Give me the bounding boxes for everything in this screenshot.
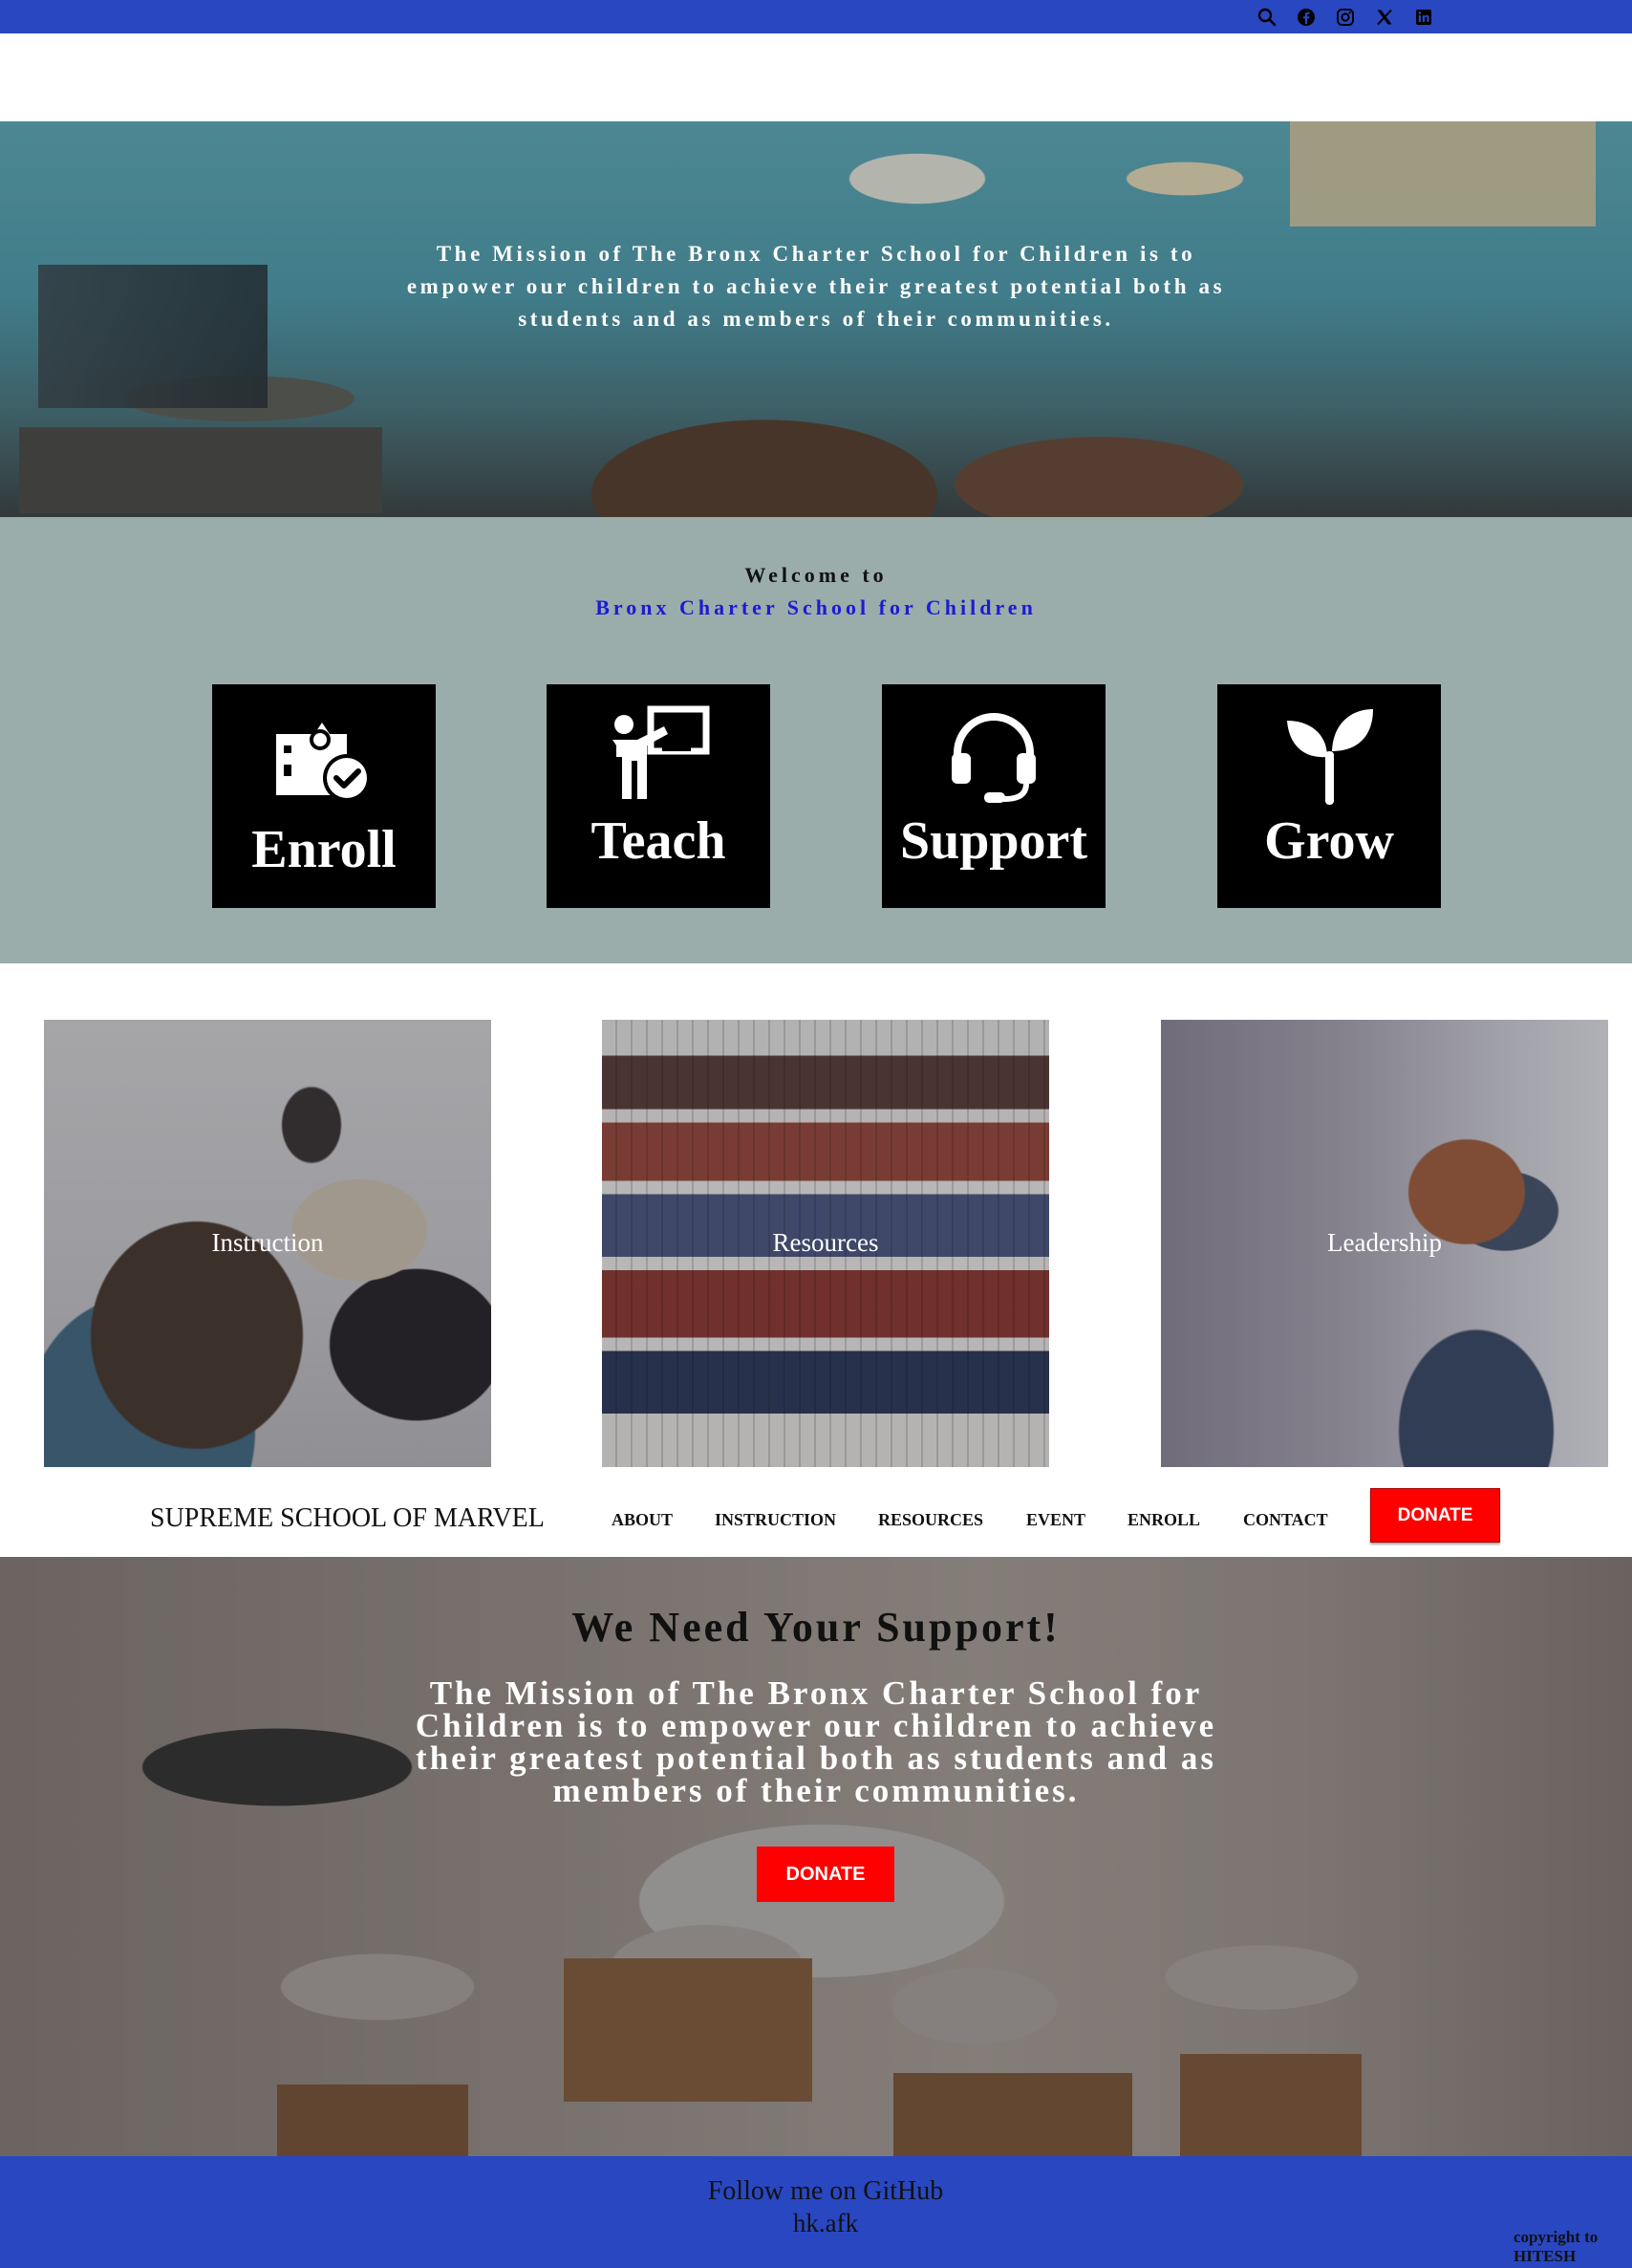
facebook-icon[interactable] [1295, 6, 1318, 29]
site-brand[interactable]: SUPREME SCHOOL OF MARVEL [150, 1503, 545, 1534]
school-check-icon [212, 703, 436, 809]
top-bar [0, 0, 1632, 33]
nav-item-enroll[interactable]: ENROLL [1127, 1510, 1200, 1530]
support-tile[interactable]: Support [882, 684, 1106, 908]
support-heading: We Need Your Support! [571, 1604, 1061, 1651]
nav-item-event[interactable]: EVENT [1026, 1510, 1085, 1530]
search-icon[interactable] [1256, 6, 1278, 29]
teach-tile[interactable]: Teach [547, 684, 770, 908]
nav-donate-button[interactable]: DONATE [1370, 1488, 1500, 1543]
support-donate-button[interactable]: DONATE [757, 1847, 894, 1902]
support-section: We Need Your Support! The Mission of The… [0, 1557, 1632, 2156]
tile-label: Enroll [251, 820, 397, 879]
instruction-card[interactable]: Instruction [44, 1020, 491, 1467]
github-label[interactable]: Follow me on GitHub [0, 2176, 1632, 2207]
social-icons [1256, 5, 1435, 29]
tile-label: Support [899, 811, 1088, 871]
teacher-icon [547, 703, 770, 809]
github-handle[interactable]: hk.afk [0, 2209, 1632, 2238]
nav-item-resources[interactable]: RESOURCES [878, 1510, 983, 1530]
headset-icon [882, 703, 1106, 809]
card-caption: Resources [772, 1228, 879, 1257]
support-mission-text: The Mission of The Bronx Charter School … [415, 1674, 1217, 1809]
instagram-icon[interactable] [1334, 6, 1357, 29]
hero-mission-text: The Mission of The Bronx Charter School … [406, 242, 1226, 331]
main-nav: SUPREME SCHOOL OF MARVEL ABOUT INSTRUCTI… [0, 1477, 1632, 1557]
tile-label: Teach [591, 811, 726, 871]
nav-item-instruction[interactable]: INSTRUCTION [715, 1510, 836, 1530]
hero-banner: The Mission of The Bronx Charter School … [0, 121, 1632, 517]
card-caption: Instruction [211, 1228, 324, 1257]
nav-item-contact[interactable]: CONTACT [1243, 1510, 1328, 1530]
leadership-card[interactable]: Leadership [1161, 1020, 1608, 1467]
welcome-heading: Welcome to [744, 563, 888, 587]
copyright-text: copyright to HITESH [1514, 2228, 1599, 2265]
footer: Follow me on GitHub hk.afk copyright to … [0, 2156, 1632, 2268]
grow-tile[interactable]: Grow [1217, 684, 1441, 908]
welcome-section: Welcome to Bronx Charter School for Chil… [0, 517, 1632, 963]
linkedin-icon[interactable] [1412, 6, 1435, 29]
enroll-tile[interactable]: Enroll [212, 684, 436, 908]
resources-card[interactable]: Resources [602, 1020, 1049, 1467]
tile-label: Grow [1264, 811, 1394, 871]
card-caption: Leadership [1327, 1228, 1442, 1257]
nav-item-about[interactable]: ABOUT [612, 1510, 673, 1530]
x-icon[interactable] [1373, 6, 1396, 29]
sprout-icon [1217, 703, 1441, 809]
school-name: Bronx Charter School for Children [595, 595, 1037, 619]
